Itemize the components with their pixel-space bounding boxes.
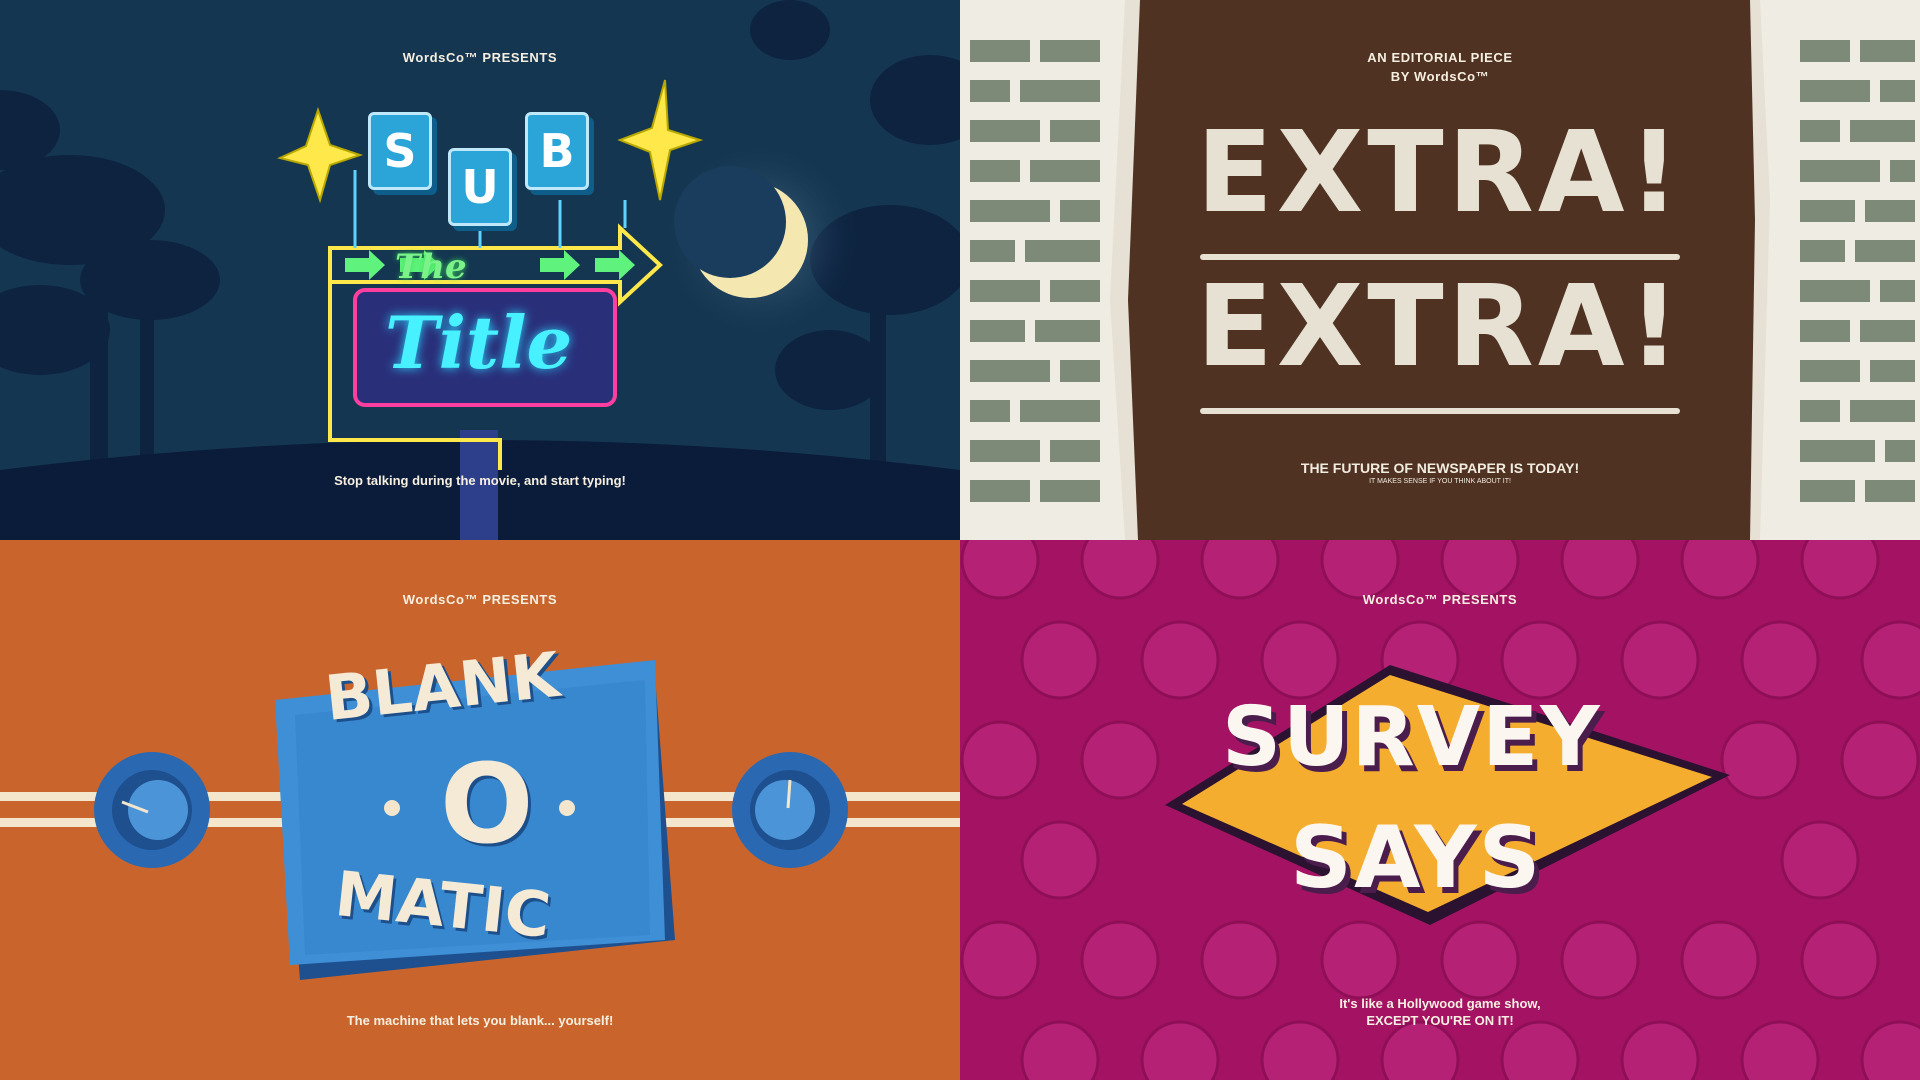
- extra-extra-panel[interactable]: AN EDITORIAL PIECE BY WordsCo™ EXTRA! EX…: [960, 0, 1920, 540]
- headline-extra-2: EXTRA!: [1196, 262, 1684, 392]
- presents-label: WordsCo™ PRESENTS: [402, 50, 558, 65]
- neon-the-text: The: [395, 247, 467, 287]
- title-says: SAYS: [1290, 808, 1543, 908]
- tagline: The machine that lets you blank... yours…: [346, 1013, 614, 1028]
- fine-print: IT MAKES SENSE IF YOU THINK ABOUT IT!: [1369, 478, 1511, 485]
- sub-the-title-panel[interactable]: WordsCo™ PRESENTS S U B The Title Stop t…: [0, 0, 960, 540]
- headline-extra-1: EXTRA!: [1196, 108, 1684, 238]
- tagline: THE FUTURE OF NEWSPAPER IS TODAY!: [1300, 460, 1580, 476]
- blank-o-matic-panel[interactable]: WordsCo™ PRESENTS BLANK O MATIC The mach…: [0, 540, 960, 1080]
- sign-letter-u: U: [448, 148, 512, 226]
- sign-letter-b: B: [525, 112, 589, 190]
- editorial-label-line1: AN EDITORIAL PIECE: [1367, 50, 1513, 65]
- neon-title-text: Title: [385, 300, 573, 385]
- tagline: Stop talking during the movie, and start…: [334, 473, 626, 488]
- tagline-line1: It's like a Hollywood game show,: [1339, 996, 1541, 1011]
- headline-rule-2: [1200, 408, 1680, 414]
- tagline-line2: EXCEPT YOU'RE ON IT!: [1366, 1013, 1514, 1028]
- title-survey: SURVEY: [1222, 690, 1602, 785]
- presents-label: WordsCo™ PRESENTS: [1362, 592, 1518, 607]
- survey-says-panel[interactable]: WordsCo™ PRESENTS SURVEY SAYS It's like …: [960, 540, 1920, 1080]
- sign-letter-s: S: [368, 112, 432, 190]
- night-scene-illustration: [0, 0, 960, 540]
- title-o: O: [440, 740, 534, 868]
- headline-rule-1: [1200, 254, 1680, 260]
- presents-label: WordsCo™ PRESENTS: [402, 592, 558, 607]
- editorial-label-line2: BY WordsCo™: [1390, 69, 1490, 84]
